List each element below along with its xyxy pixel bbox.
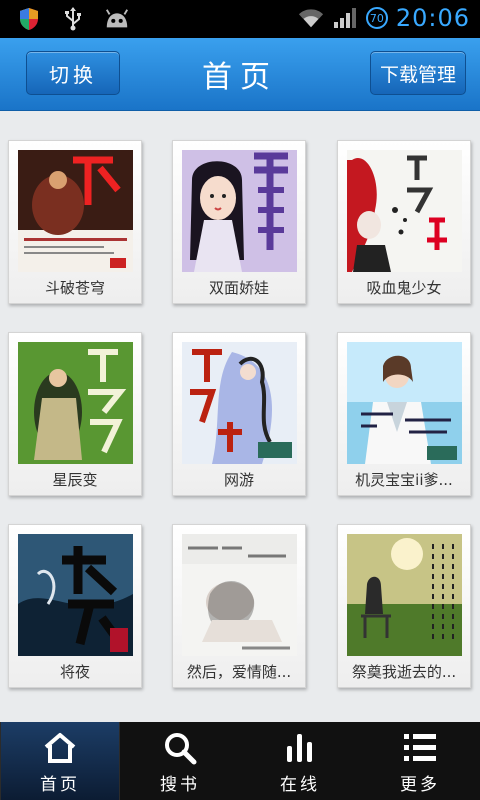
header-bar: 切换 首页 下载管理 <box>0 38 480 111</box>
book-card[interactable]: 然后，爱情随... <box>172 524 306 688</box>
book-card[interactable]: 机灵宝宝ii爹... <box>337 332 471 496</box>
book-cover-8 <box>182 534 297 656</box>
book-title: 将夜 <box>59 663 90 681</box>
bottom-nav: 首页 搜书 在线 更多 <box>0 722 480 800</box>
book-title: 网游 <box>223 471 254 489</box>
book-cover-4 <box>18 342 133 464</box>
wifi-icon <box>298 5 324 31</box>
book-title: 机灵宝宝ii爹... <box>355 471 453 489</box>
book-title: 然后，爱情随... <box>186 663 292 681</box>
download-manager-button[interactable]: 下载管理 <box>370 51 466 95</box>
bookshelf-grid: 斗破苍穹 双面娇娃 吸血鬼少女 星辰变 网游 机灵宝宝ii爹... 将夜 然后，… <box>0 110 480 722</box>
nav-online-label: 在线 <box>280 775 320 795</box>
usb-icon <box>60 6 86 32</box>
home-icon <box>40 728 80 768</box>
book-card[interactable]: 星辰变 <box>8 332 142 496</box>
book-title: 斗破苍穹 <box>44 279 105 297</box>
book-cover-6 <box>347 342 462 464</box>
nav-home[interactable]: 首页 <box>0 722 120 800</box>
book-cover-7 <box>18 534 133 656</box>
search-icon <box>160 728 200 768</box>
book-title: 星辰变 <box>52 471 98 489</box>
book-cover-1 <box>18 150 133 272</box>
book-cover-9 <box>347 534 462 656</box>
nav-more[interactable]: 更多 <box>360 722 480 800</box>
clock: 20:06 <box>395 4 470 32</box>
shield-icon <box>16 6 42 32</box>
book-card[interactable]: 双面娇娃 <box>172 140 306 304</box>
book-cover-3 <box>347 150 462 272</box>
signal-icon <box>332 5 358 31</box>
book-title: 祭奠我逝去的... <box>351 663 457 681</box>
book-card[interactable]: 网游 <box>172 332 306 496</box>
book-card[interactable]: 将夜 <box>8 524 142 688</box>
bar-chart-icon <box>280 728 320 768</box>
status-bar: 70 20:06 <box>0 0 480 38</box>
android-icon <box>104 6 130 32</box>
book-card[interactable]: 吸血鬼少女 <box>337 140 471 304</box>
book-card[interactable]: 斗破苍穹 <box>8 140 142 304</box>
nav-search[interactable]: 搜书 <box>120 722 240 800</box>
book-cover-5 <box>182 342 297 464</box>
book-title: 吸血鬼少女 <box>366 279 442 297</box>
book-cover-2 <box>182 150 297 272</box>
list-icon <box>400 728 440 768</box>
nav-more-label: 更多 <box>400 775 440 795</box>
nav-online[interactable]: 在线 <box>240 722 360 800</box>
book-title: 双面娇娃 <box>208 279 269 297</box>
battery-badge: 70 <box>365 7 388 29</box>
book-card[interactable]: 祭奠我逝去的... <box>337 524 471 688</box>
nav-home-label: 首页 <box>40 775 80 795</box>
nav-search-label: 搜书 <box>160 775 200 795</box>
